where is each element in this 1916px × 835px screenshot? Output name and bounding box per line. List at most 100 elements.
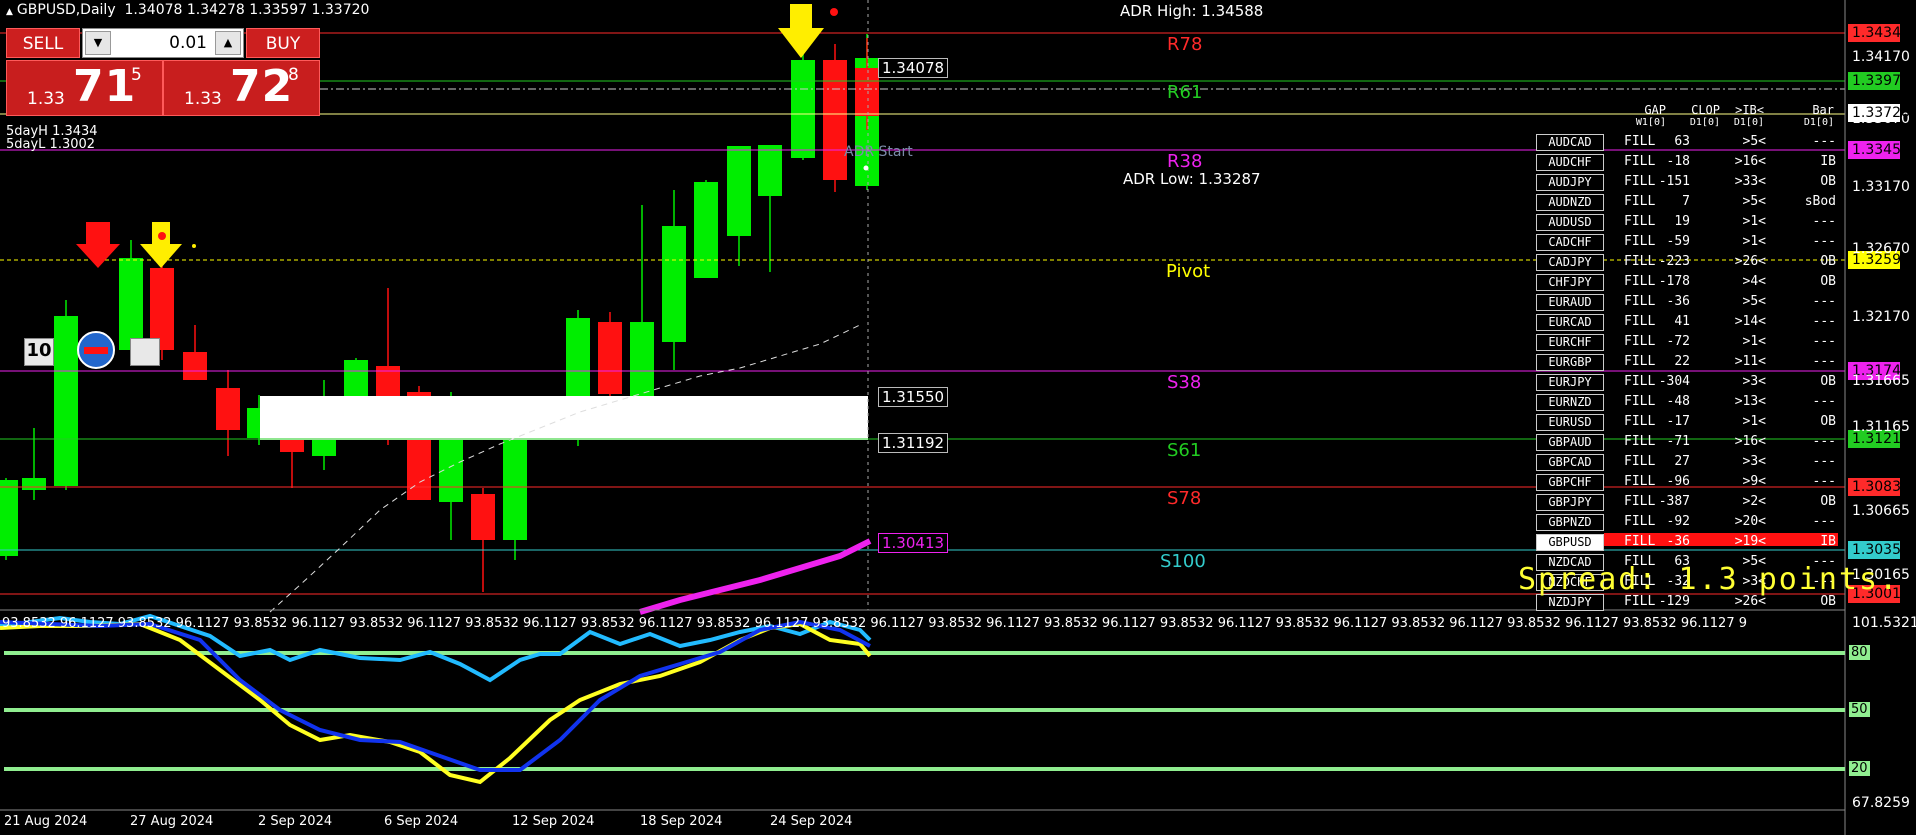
dashboard-cell: -36 <box>1666 294 1690 309</box>
dashboard-symbol-button[interactable]: AUDCHF <box>1536 154 1604 171</box>
ask-price[interactable]: 1.33 72 8 <box>163 60 320 116</box>
bid-price[interactable]: 1.33 71 5 <box>6 60 163 116</box>
dashboard-symbol-button[interactable]: GBPAUD <box>1536 434 1604 451</box>
dashboard-cell: --- <box>1812 354 1836 369</box>
adr-start-label: ADR Start <box>844 144 913 160</box>
indicator-values-row: 93.8532 96.1127 93.8532 96.1127 93.8532 … <box>2 616 1747 631</box>
dashboard-cell: >16< <box>1734 154 1766 169</box>
dashboard-symbol-button[interactable]: CADJPY <box>1536 254 1604 271</box>
ma-price-tag: 1.30413 <box>878 533 949 553</box>
dashboard-symbol-button[interactable]: EURCHF <box>1536 334 1604 351</box>
chart-lot-box-left[interactable]: 10 <box>24 338 54 366</box>
buy-button[interactable]: BUY <box>246 28 320 58</box>
date-tick: 6 Sep 2024 <box>384 814 459 829</box>
dashboard-subheader: W1[0] <box>1635 117 1666 128</box>
dashboard-symbol-button[interactable]: GBPCAD <box>1536 454 1604 471</box>
dashboard-cell: --- <box>1812 294 1836 309</box>
dashboard-symbol-button[interactable]: EURGBP <box>1536 354 1604 371</box>
dashboard-cell: 63 <box>1674 134 1690 149</box>
candle-body <box>598 322 622 394</box>
dashboard-cell: -71 <box>1666 434 1690 449</box>
dashboard-symbol-button[interactable]: GBPJPY <box>1536 494 1604 511</box>
candle-body <box>54 316 78 486</box>
level-price-tag: 1.33977 <box>1848 72 1910 90</box>
dashboard-symbol-button[interactable]: AUDNZD <box>1536 194 1604 211</box>
level-label-s38: S38 <box>1167 372 1202 393</box>
dashboard-symbol-button[interactable]: GBPNZD <box>1536 514 1604 531</box>
dashboard-symbol-button[interactable]: EURNZD <box>1536 394 1604 411</box>
dashboard-cell: -223 <box>1658 254 1690 269</box>
dashboard-cell: --- <box>1812 394 1836 409</box>
candle-body <box>758 145 782 196</box>
osc-line-blue <box>0 619 871 772</box>
dashboard-cell: -151 <box>1658 174 1690 189</box>
sell-button[interactable]: SELL <box>6 28 80 58</box>
candle-body <box>694 182 718 278</box>
chevron-up-icon[interactable]: ▲ <box>215 31 241 55</box>
dashboard-symbol-button[interactable]: GBPCHF <box>1536 474 1604 491</box>
dashboard-symbol-button[interactable]: EURJPY <box>1536 374 1604 391</box>
dashboard-cell: -304 <box>1658 374 1690 389</box>
dashboard-symbol-button[interactable]: EURCAD <box>1536 314 1604 331</box>
lot-size-stepper[interactable]: ▼ 0.01 ▲ <box>82 28 244 58</box>
dashboard-symbol-button[interactable]: GBPUSD <box>1536 534 1604 551</box>
current-price-tag: 1.33720 <box>1848 104 1910 122</box>
candle-body <box>630 322 654 406</box>
dashboard-symbol-button[interactable]: EURUSD <box>1536 414 1604 431</box>
dashboard-cell: -178 <box>1658 274 1690 289</box>
dashboard-symbol-button[interactable]: AUDUSD <box>1536 214 1604 231</box>
level-label-r38: R38 <box>1167 151 1203 172</box>
dashboard-symbol-button[interactable]: CHFJPY <box>1536 274 1604 291</box>
dashboard-cell: >1< <box>1742 414 1766 429</box>
candle-body <box>791 60 815 158</box>
chart-lot-box-right[interactable]: 10 <box>130 338 160 366</box>
dashboard-cell: >20< <box>1734 514 1766 529</box>
dashboard-cell: 7 <box>1682 194 1690 209</box>
candle-body <box>216 388 240 430</box>
dashboard-cell: >4< <box>1742 274 1766 289</box>
magenta-ma-line <box>639 538 872 615</box>
osc-line-yellow <box>0 621 872 785</box>
dashboard-symbol-button[interactable]: AUDJPY <box>1536 174 1604 191</box>
five-day-low: 5dayL 1.3002 <box>6 137 96 152</box>
dashboard-cell: OB <box>1820 374 1836 389</box>
level-label-s78: S78 <box>1167 488 1202 509</box>
dashboard-cell: >16< <box>1734 434 1766 449</box>
dashboard-symbol-button[interactable]: AUDCAD <box>1536 134 1604 151</box>
date-tick: 27 Aug 2024 <box>130 814 214 829</box>
one-click-trade-panel: SELL ▼ 0.01 ▲ BUY 1.33 71 5 1.33 72 8 <box>6 28 320 118</box>
price-tick: 1.32170 <box>1852 309 1910 325</box>
indicator-max: 101.5321 <box>1852 615 1916 631</box>
dashboard-cell: >13< <box>1734 394 1766 409</box>
dashboard-cell: OB <box>1820 414 1836 429</box>
dashboard-cell: >3< <box>1742 374 1766 389</box>
dashboard-cell: >1< <box>1742 334 1766 349</box>
chevron-down-icon[interactable]: ▼ <box>85 31 111 55</box>
level-label-s61: S61 <box>1167 440 1202 461</box>
zone-top-price-tag: 1.31550 <box>878 387 949 407</box>
dashboard-cell: >5< <box>1742 134 1766 149</box>
osc-level-label-20: 20 <box>1849 761 1870 776</box>
lot-size-input[interactable]: 0.01 <box>113 29 213 57</box>
dashboard-cell: OB <box>1820 274 1836 289</box>
dashboard-symbol-button[interactable]: CADCHF <box>1536 234 1604 251</box>
dashboard-cell: --- <box>1812 234 1836 249</box>
dashboard-cell: -48 <box>1666 394 1690 409</box>
symbol-timeframe: GBPUSD,Daily <box>16 2 116 18</box>
dashboard-cell: -92 <box>1666 514 1690 529</box>
adr-high-label: ADR High: 1.34588 <box>1120 2 1264 20</box>
dashboard-cell: >14< <box>1734 314 1766 329</box>
dashboard-cell: -36 <box>1666 534 1690 549</box>
dashboard-cell: --- <box>1812 434 1836 449</box>
dashboard-cell: OB <box>1820 174 1836 189</box>
dashboard-cell: >1< <box>1742 234 1766 249</box>
dashboard-symbol-button[interactable]: EURAUD <box>1536 294 1604 311</box>
candle-body <box>183 352 207 380</box>
dashboard-cell: --- <box>1812 134 1836 149</box>
candle-body <box>823 60 847 180</box>
date-tick: 21 Aug 2024 <box>4 814 88 829</box>
level-price-tag: 1.30358 <box>1848 541 1910 559</box>
price-tick: 1.32670 <box>1852 241 1910 257</box>
dashboard-cell: --- <box>1812 314 1836 329</box>
level-label-s100: S100 <box>1160 551 1206 572</box>
